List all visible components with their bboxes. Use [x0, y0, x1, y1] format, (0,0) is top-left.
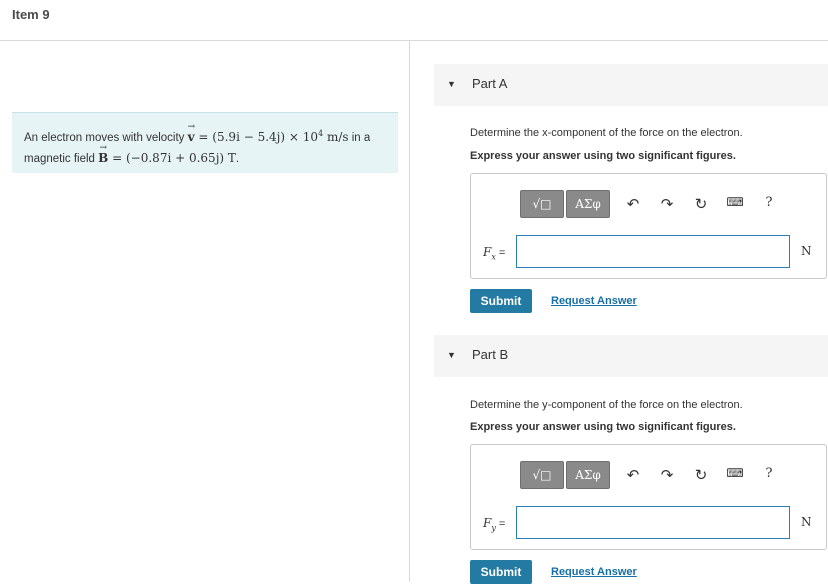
redo-icon[interactable]: ↷ [658, 195, 676, 213]
collapse-triangle-icon[interactable]: ▼ [447, 350, 456, 360]
help-icon[interactable]: ? [760, 195, 778, 210]
fy-label: Fy = [483, 516, 505, 532]
equals-sign: = [495, 518, 506, 530]
velocity-value: (5.9i − 5.4j) × 10 [212, 129, 319, 144]
template-button[interactable]: √□ [520, 190, 564, 218]
part-b-request-answer-link[interactable]: Request Answer [551, 566, 637, 578]
part-a-header[interactable]: ▼ Part A [434, 64, 828, 106]
part-a-label: Part A [472, 76, 508, 91]
part-b-question: Determine the y-component of the force o… [470, 399, 743, 411]
keyboard-icon[interactable]: ⌨ [726, 195, 744, 209]
problem-statement: An electron moves with velocity v = (5.9… [12, 112, 398, 173]
column-divider [409, 41, 410, 582]
collapse-triangle-icon[interactable]: ▼ [447, 79, 456, 89]
undo-icon[interactable]: ↶ [624, 195, 642, 213]
fy-input[interactable] [516, 506, 790, 539]
part-a-request-answer-link[interactable]: Request Answer [551, 295, 637, 307]
field-symbol: B [98, 138, 108, 168]
item-header: Item 9 [0, 0, 828, 41]
problem-line-2: magnetic field B = (−0.87i + 0.65j) T. [24, 138, 386, 169]
help-icon[interactable]: ? [760, 466, 778, 481]
keyboard-icon[interactable]: ⌨ [726, 466, 744, 480]
velocity-units: m/s [323, 129, 349, 144]
fx-input[interactable] [516, 235, 790, 268]
part-b-answer-box: √□ ΑΣφ ↶ ↷ ↻ ⌨ ? Fy = N [470, 444, 827, 550]
undo-icon[interactable]: ↶ [624, 466, 642, 484]
part-b-header[interactable]: ▼ Part B [434, 335, 828, 377]
equals-sign: = [495, 247, 506, 259]
fx-label: Fx = [483, 245, 505, 261]
velocity-symbol: v [188, 117, 195, 147]
part-b-instruction: Express your answer using two significan… [470, 421, 736, 433]
part-a-submit-button[interactable]: Submit [470, 289, 532, 313]
problem-text: in a [348, 131, 371, 144]
field-value: (−0.87i + 0.65j) T [126, 150, 236, 165]
reset-icon[interactable]: ↻ [692, 466, 710, 484]
part-a-question: Determine the x-component of the force o… [470, 127, 743, 139]
redo-icon[interactable]: ↷ [658, 466, 676, 484]
problem-text: . [235, 152, 240, 165]
greek-symbols-button[interactable]: ΑΣφ [566, 461, 610, 489]
part-a-instruction: Express your answer using two significan… [470, 150, 736, 162]
fy-unit: N [801, 515, 812, 529]
equals-sign: = [194, 129, 213, 144]
part-b-label: Part B [472, 347, 509, 362]
reset-icon[interactable]: ↻ [692, 195, 710, 213]
problem-text: magnetic field [24, 152, 99, 165]
item-title: Item 9 [12, 7, 50, 22]
part-b-submit-button[interactable]: Submit [470, 560, 532, 584]
template-button[interactable]: √□ [520, 461, 564, 489]
greek-symbols-button[interactable]: ΑΣφ [566, 190, 610, 218]
fx-unit: N [801, 244, 812, 258]
equals-sign: = [108, 150, 126, 165]
part-a-answer-box: √□ ΑΣφ ↶ ↷ ↻ ⌨ ? Fx = N [470, 173, 827, 279]
problem-line-1: An electron moves with velocity v = (5.9… [24, 117, 386, 148]
